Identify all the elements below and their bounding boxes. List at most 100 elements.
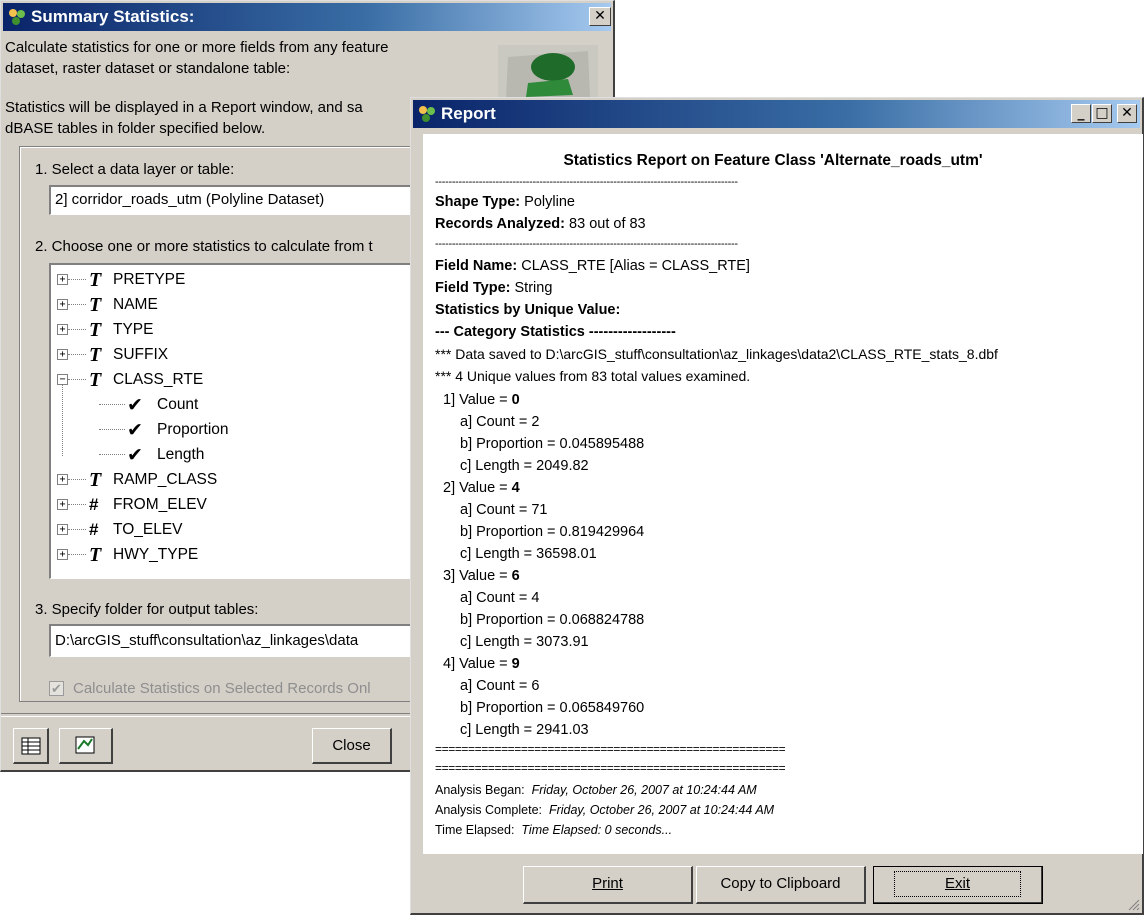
analysis-complete-label: Analysis Complete: — [435, 803, 542, 817]
copy-to-clipboard-button[interactable]: Copy to Clipboard — [696, 866, 866, 904]
value-label: 1] Value = — [443, 392, 512, 408]
field-label: CLASS_RTE — [113, 371, 204, 388]
shape-type-line: Shape Type: Polyline — [435, 194, 575, 210]
output-folder-input[interactable]: D:\arcGIS_stuff\consultation\az_linkages… — [49, 624, 423, 657]
length-text: c] Length = 2049.82 — [460, 458, 589, 474]
field-item[interactable]: − T CLASS_RTE — [51, 368, 421, 393]
length-text: c] Length = 3073.91 — [460, 634, 589, 650]
length-line: c] Length = 2049.82 — [460, 458, 589, 474]
expand-icon[interactable]: + — [57, 499, 68, 510]
text-field-icon: T — [89, 344, 102, 366]
shape-type-label: Shape Type: — [435, 194, 521, 210]
close-icon[interactable]: ✕ — [1117, 104, 1137, 123]
statistic-option[interactable]: ✔ Length — [51, 443, 421, 468]
field-item[interactable]: + T NAME — [51, 293, 421, 318]
maximize-icon[interactable]: □ — [1092, 104, 1112, 123]
selected-only-checkbox[interactable]: ✔ — [49, 681, 64, 696]
tree-connector — [68, 379, 86, 380]
report-heading: Statistics Report on Feature Class 'Alte… — [563, 152, 983, 169]
expand-icon[interactable]: + — [57, 474, 68, 485]
records-line: Records Analyzed: 83 out of 83 — [435, 216, 646, 232]
text-field-icon: T — [89, 469, 102, 491]
print-button[interactable]: Print — [523, 866, 693, 904]
statistic-label: Length — [157, 446, 205, 463]
value-line: 3] Value = 6 — [443, 568, 520, 584]
analysis-complete-line: Analysis Complete: Friday, October 26, 2… — [435, 803, 774, 817]
count-text: a] Count = 2 — [460, 414, 540, 430]
statistic-label: Proportion — [157, 421, 229, 438]
value-label: 2] Value = — [443, 480, 512, 496]
close-icon[interactable]: ✕ — [589, 7, 611, 26]
layer-tool-button[interactable] — [59, 728, 113, 764]
statistic-option[interactable]: ✔ Proportion — [51, 418, 421, 443]
saved-path-line: *** Data saved to D:\arcGIS_stuff\consul… — [435, 346, 998, 362]
tree-connector — [68, 529, 86, 530]
length-line: c] Length = 2941.03 — [460, 722, 589, 738]
proportion-line: b] Proportion = 0.068824788 — [460, 612, 644, 628]
value-line: 2] Value = 4 — [443, 480, 520, 496]
expand-icon[interactable]: + — [57, 549, 68, 560]
intro-text-4: dBASE tables in folder specified below. — [5, 120, 266, 137]
collapse-icon[interactable]: − — [57, 374, 68, 385]
count-line: a] Count = 71 — [460, 502, 547, 518]
analysis-began-value: Friday, October 26, 2007 at 10:24:44 AM — [531, 783, 757, 797]
proportion-line: b] Proportion = 0.819429964 — [460, 524, 644, 540]
field-item[interactable]: + T PRETYPE — [51, 268, 421, 293]
text-field-icon: T — [89, 294, 102, 316]
field-statistics-tree[interactable]: + T PRETYPE + T NAME + T TYPE + T SUFFIX − T CLASS_RTE… — [49, 263, 423, 579]
close-button[interactable]: Close — [312, 728, 392, 764]
expand-icon[interactable]: + — [57, 274, 68, 285]
output-folder-value: D:\arcGIS_stuff\consultation\az_linkages… — [55, 632, 359, 649]
tree-connector — [68, 504, 86, 505]
exit-button[interactable]: Exit — [873, 866, 1043, 904]
table-view-button[interactable] — [13, 728, 49, 764]
field-item[interactable]: + T TYPE — [51, 318, 421, 343]
field-label: PRETYPE — [113, 271, 186, 288]
minimize-icon[interactable]: _ — [1071, 104, 1091, 123]
statistic-option[interactable]: ✔ Count — [51, 393, 421, 418]
field-item[interactable]: + T HWY_TYPE — [51, 543, 421, 568]
value-number: 0 — [511, 392, 520, 408]
field-item[interactable]: + # FROM_ELEV — [51, 493, 421, 518]
unique-values-line: *** 4 Unique values from 83 total values… — [435, 368, 751, 384]
step3-label: 3. Specify folder for output tables: — [35, 601, 259, 618]
table-icon — [21, 737, 40, 755]
field-name-value: CLASS_RTE [Alias = CLASS_RTE] — [521, 258, 750, 274]
shape-type-value: Polyline — [524, 194, 575, 210]
tree-connector — [99, 454, 125, 455]
report-title-bar[interactable]: Report _ □ ✕ — [413, 100, 1140, 128]
proportion-text: b] Proportion = 0.065849760 — [460, 700, 645, 716]
time-elapsed-label: Time Elapsed: — [435, 823, 515, 837]
resize-grip-icon[interactable] — [1126, 897, 1140, 911]
checkmark-icon[interactable]: ✔ — [127, 444, 143, 466]
expand-icon[interactable]: + — [57, 524, 68, 535]
field-item[interactable]: + T RAMP_CLASS — [51, 468, 421, 493]
proportion-text: b] Proportion = 0.068824788 — [460, 612, 645, 628]
numeric-field-icon: # — [89, 520, 99, 539]
time-elapsed-line: Time Elapsed: Time Elapsed: 0 seconds... — [435, 823, 672, 837]
text-field-icon: T — [89, 269, 102, 291]
expand-icon[interactable]: + — [57, 324, 68, 335]
layer-select[interactable]: 2] corridor_roads_utm (Polyline Dataset) — [49, 185, 423, 215]
checkmark-icon[interactable]: ✔ — [127, 394, 143, 416]
field-item[interactable]: + # TO_ELEV — [51, 518, 421, 543]
stats-by-unique-heading: Statistics by Unique Value: — [435, 302, 621, 318]
tree-connector — [68, 279, 86, 280]
checkmark-icon[interactable]: ✔ — [127, 419, 143, 441]
report-text-area[interactable]: Statistics Report on Feature Class 'Alte… — [423, 134, 1143, 854]
tree-connector — [68, 554, 86, 555]
step2-label: 2. Choose one or more statistics to calc… — [35, 238, 373, 255]
text-field-icon: T — [89, 544, 102, 566]
summary-title-bar[interactable]: Summary Statistics: ✕ — [3, 3, 611, 31]
field-item[interactable]: + T SUFFIX — [51, 343, 421, 368]
expand-icon[interactable]: + — [57, 299, 68, 310]
analysis-began-label: Analysis Began: — [435, 783, 525, 797]
length-line: c] Length = 3073.91 — [460, 634, 589, 650]
equals-line: ========================================… — [435, 761, 786, 775]
analysis-began-line: Analysis Began: Friday, October 26, 2007… — [435, 783, 757, 797]
count-text: a] Count = 71 — [460, 502, 548, 518]
length-text: c] Length = 36598.01 — [460, 546, 597, 562]
value-number: 9 — [511, 656, 520, 672]
field-label: TYPE — [113, 321, 154, 338]
expand-icon[interactable]: + — [57, 349, 68, 360]
